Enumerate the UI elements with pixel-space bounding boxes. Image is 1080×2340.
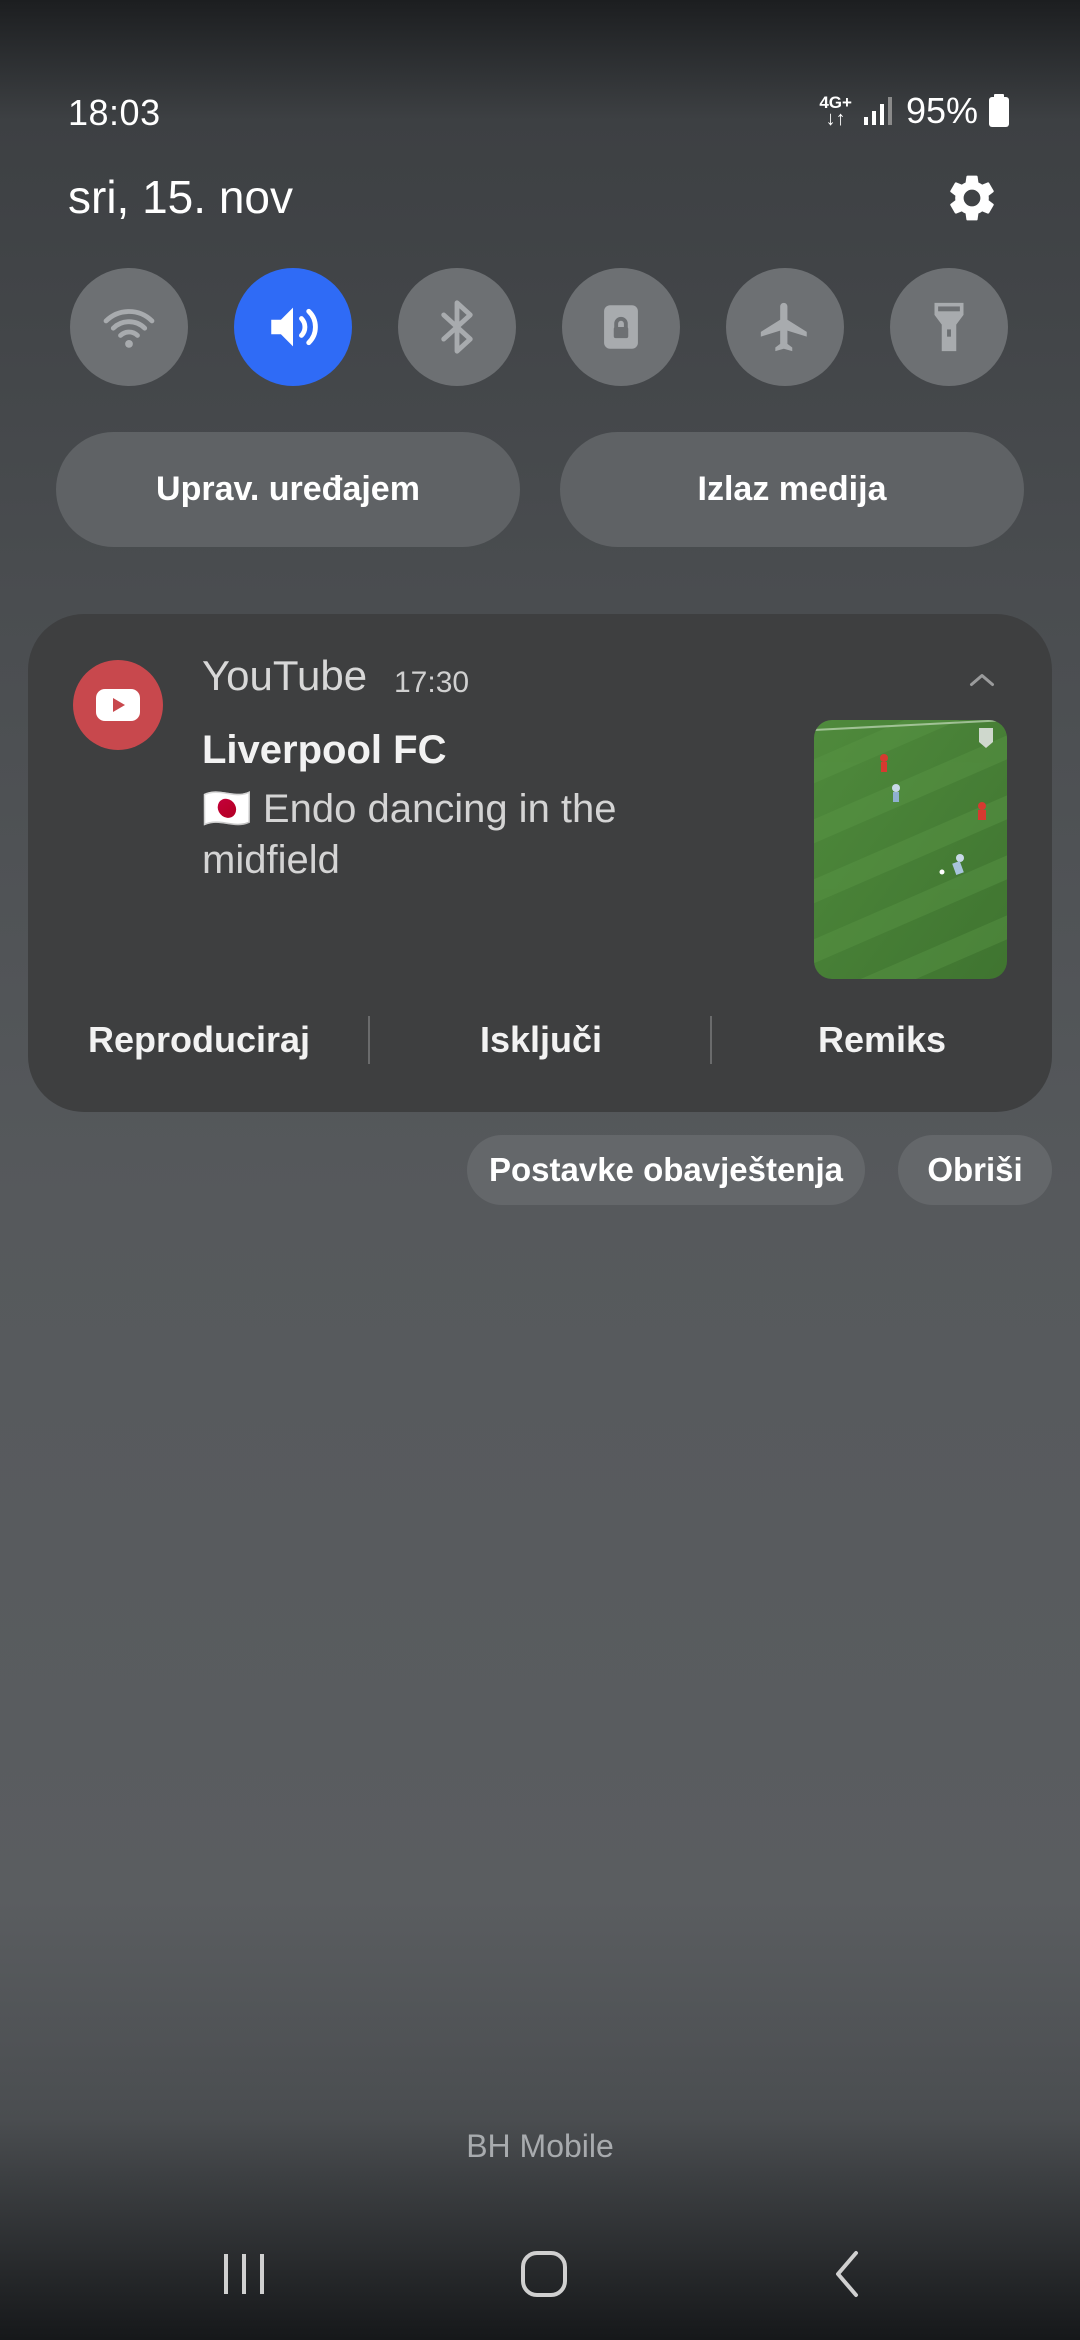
back-icon xyxy=(836,2251,858,2297)
clear-all-button[interactable]: Obriši xyxy=(898,1135,1052,1205)
notification-time: 17:30 xyxy=(394,666,470,699)
quick-settings-row xyxy=(70,268,1010,386)
qs-sound-toggle[interactable] xyxy=(234,268,352,386)
wifi-icon xyxy=(103,309,155,348)
date-label: sri, 15. nov xyxy=(68,171,293,223)
home-icon xyxy=(521,2251,567,2297)
chevron-up-icon[interactable] xyxy=(964,662,1000,698)
media-output-button[interactable]: Izlaz medija xyxy=(560,432,1024,547)
carrier-label: BH Mobile xyxy=(466,2128,614,2164)
notification-text: 🇯🇵 Endo dancing in the midfield xyxy=(202,787,617,882)
home-button[interactable] xyxy=(508,2238,580,2310)
battery-percent: 95% xyxy=(905,90,978,131)
notification-title: Liverpool FC xyxy=(202,728,447,772)
bluetooth-icon xyxy=(441,300,473,354)
device-control-button[interactable]: Uprav. uređajem xyxy=(56,432,520,547)
airplane-icon xyxy=(760,302,807,352)
notification-settings-button[interactable]: Postavke obavještenja xyxy=(467,1135,865,1205)
qs-airplane-toggle[interactable] xyxy=(726,268,844,386)
youtube-logo-icon xyxy=(96,689,140,721)
lock-icon xyxy=(604,305,638,349)
notification-app-name: YouTube xyxy=(202,652,368,699)
network-4g-icon: 4G+ ↓↑ xyxy=(819,92,852,130)
mute-action-button[interactable]: Isključi xyxy=(370,1008,712,1072)
youtube-app-icon xyxy=(73,660,163,750)
flashlight-icon xyxy=(934,302,964,352)
qs-bluetooth-toggle[interactable] xyxy=(398,268,516,386)
sound-icon xyxy=(271,307,318,347)
notification-actions: Reproduciraj Isključi Remiks xyxy=(28,1008,1052,1072)
play-action-button[interactable]: Reproduciraj xyxy=(28,1008,370,1072)
signal-icon xyxy=(863,97,892,125)
recent-apps-button[interactable] xyxy=(208,2238,280,2310)
back-button[interactable] xyxy=(812,2238,884,2310)
video-thumbnail[interactable] xyxy=(814,720,1007,979)
qs-wifi-toggle[interactable] xyxy=(70,268,188,386)
qs-flashlight-toggle[interactable] xyxy=(890,268,1008,386)
battery-icon xyxy=(989,94,1009,127)
recent-apps-icon xyxy=(224,2254,264,2294)
gear-icon[interactable] xyxy=(944,170,1000,226)
navigation-bar xyxy=(0,2220,1080,2320)
status-time: 18:03 xyxy=(68,92,161,133)
remix-action-button[interactable]: Remiks xyxy=(712,1008,1052,1072)
status-icons: 4G+ ↓↑ 95% xyxy=(819,90,1010,132)
status-bar: 18:03 4G+ ↓↑ 95% xyxy=(0,0,1080,150)
qs-rotation-lock-toggle[interactable] xyxy=(562,268,680,386)
